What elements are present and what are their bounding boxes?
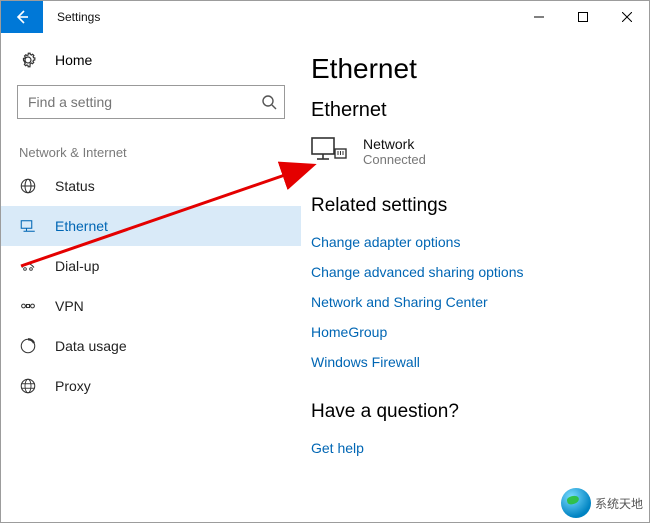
search-wrap — [17, 85, 285, 119]
sidebar-item-label: Dial-up — [55, 258, 99, 274]
globe-icon — [19, 177, 37, 195]
nav-home[interactable]: Home — [1, 41, 301, 79]
sidebar-item-vpn[interactable]: VPN — [1, 286, 301, 326]
main-panel: Ethernet Ethernet Network — [301, 33, 649, 522]
network-status: Connected — [363, 152, 426, 167]
link-change-adapter[interactable]: Change adapter options — [311, 227, 639, 257]
sidebar-group-header: Network & Internet — [1, 129, 301, 166]
vpn-icon — [19, 297, 37, 315]
titlebar: Settings — [1, 1, 649, 33]
link-homegroup[interactable]: HomeGroup — [311, 317, 639, 347]
sidebar-item-label: Data usage — [55, 338, 127, 354]
sidebar-item-proxy[interactable]: Proxy — [1, 366, 301, 406]
monitor-network-icon — [311, 137, 347, 167]
sidebar-item-dialup[interactable]: Dial-up — [1, 246, 301, 286]
link-advanced-sharing[interactable]: Change advanced sharing options — [311, 257, 639, 287]
window-body: Home Network & Internet Status — [1, 33, 649, 522]
data-usage-icon — [19, 337, 37, 355]
sidebar-item-label: Status — [55, 178, 95, 194]
sidebar-item-label: Ethernet — [55, 218, 108, 234]
nav-home-label: Home — [55, 52, 92, 68]
network-name: Network — [363, 136, 426, 152]
settings-window: Settings Home — [0, 0, 650, 523]
nav-list: Status Ethernet Dial-up — [1, 166, 301, 406]
window-controls — [517, 1, 649, 33]
watermark: 系统天地 — [561, 488, 643, 518]
watermark-text: 系统天地 — [595, 495, 643, 512]
arrow-left-icon — [14, 9, 30, 25]
link-network-sharing-center[interactable]: Network and Sharing Center — [311, 287, 639, 317]
network-item[interactable]: Network Connected — [311, 136, 639, 167]
related-settings-heading: Related settings — [311, 195, 639, 217]
page-subheading: Ethernet — [311, 99, 639, 122]
window-title: Settings — [43, 1, 114, 33]
dialup-icon — [19, 257, 37, 275]
watermark-globe-icon — [561, 488, 591, 518]
sidebar: Home Network & Internet Status — [1, 33, 301, 522]
close-button[interactable] — [605, 1, 649, 33]
proxy-icon — [19, 377, 37, 395]
sidebar-item-ethernet[interactable]: Ethernet — [1, 206, 301, 246]
link-windows-firewall[interactable]: Windows Firewall — [311, 347, 639, 377]
sidebar-item-label: Proxy — [55, 378, 91, 394]
page-title: Ethernet — [311, 53, 639, 85]
search-icon — [261, 94, 277, 110]
maximize-button[interactable] — [561, 1, 605, 33]
related-links: Change adapter options Change advanced s… — [311, 227, 639, 377]
sidebar-item-label: VPN — [55, 298, 84, 314]
search-input[interactable] — [17, 85, 285, 119]
minimize-button[interactable] — [517, 1, 561, 33]
ethernet-icon — [19, 217, 37, 235]
close-icon — [622, 12, 632, 22]
link-get-help[interactable]: Get help — [311, 433, 639, 463]
gear-icon — [19, 51, 37, 69]
maximize-icon — [578, 12, 588, 22]
sidebar-item-status[interactable]: Status — [1, 166, 301, 206]
sidebar-item-data-usage[interactable]: Data usage — [1, 326, 301, 366]
question-heading: Have a question? — [311, 401, 639, 423]
minimize-icon — [534, 12, 544, 22]
back-button[interactable] — [1, 1, 43, 33]
